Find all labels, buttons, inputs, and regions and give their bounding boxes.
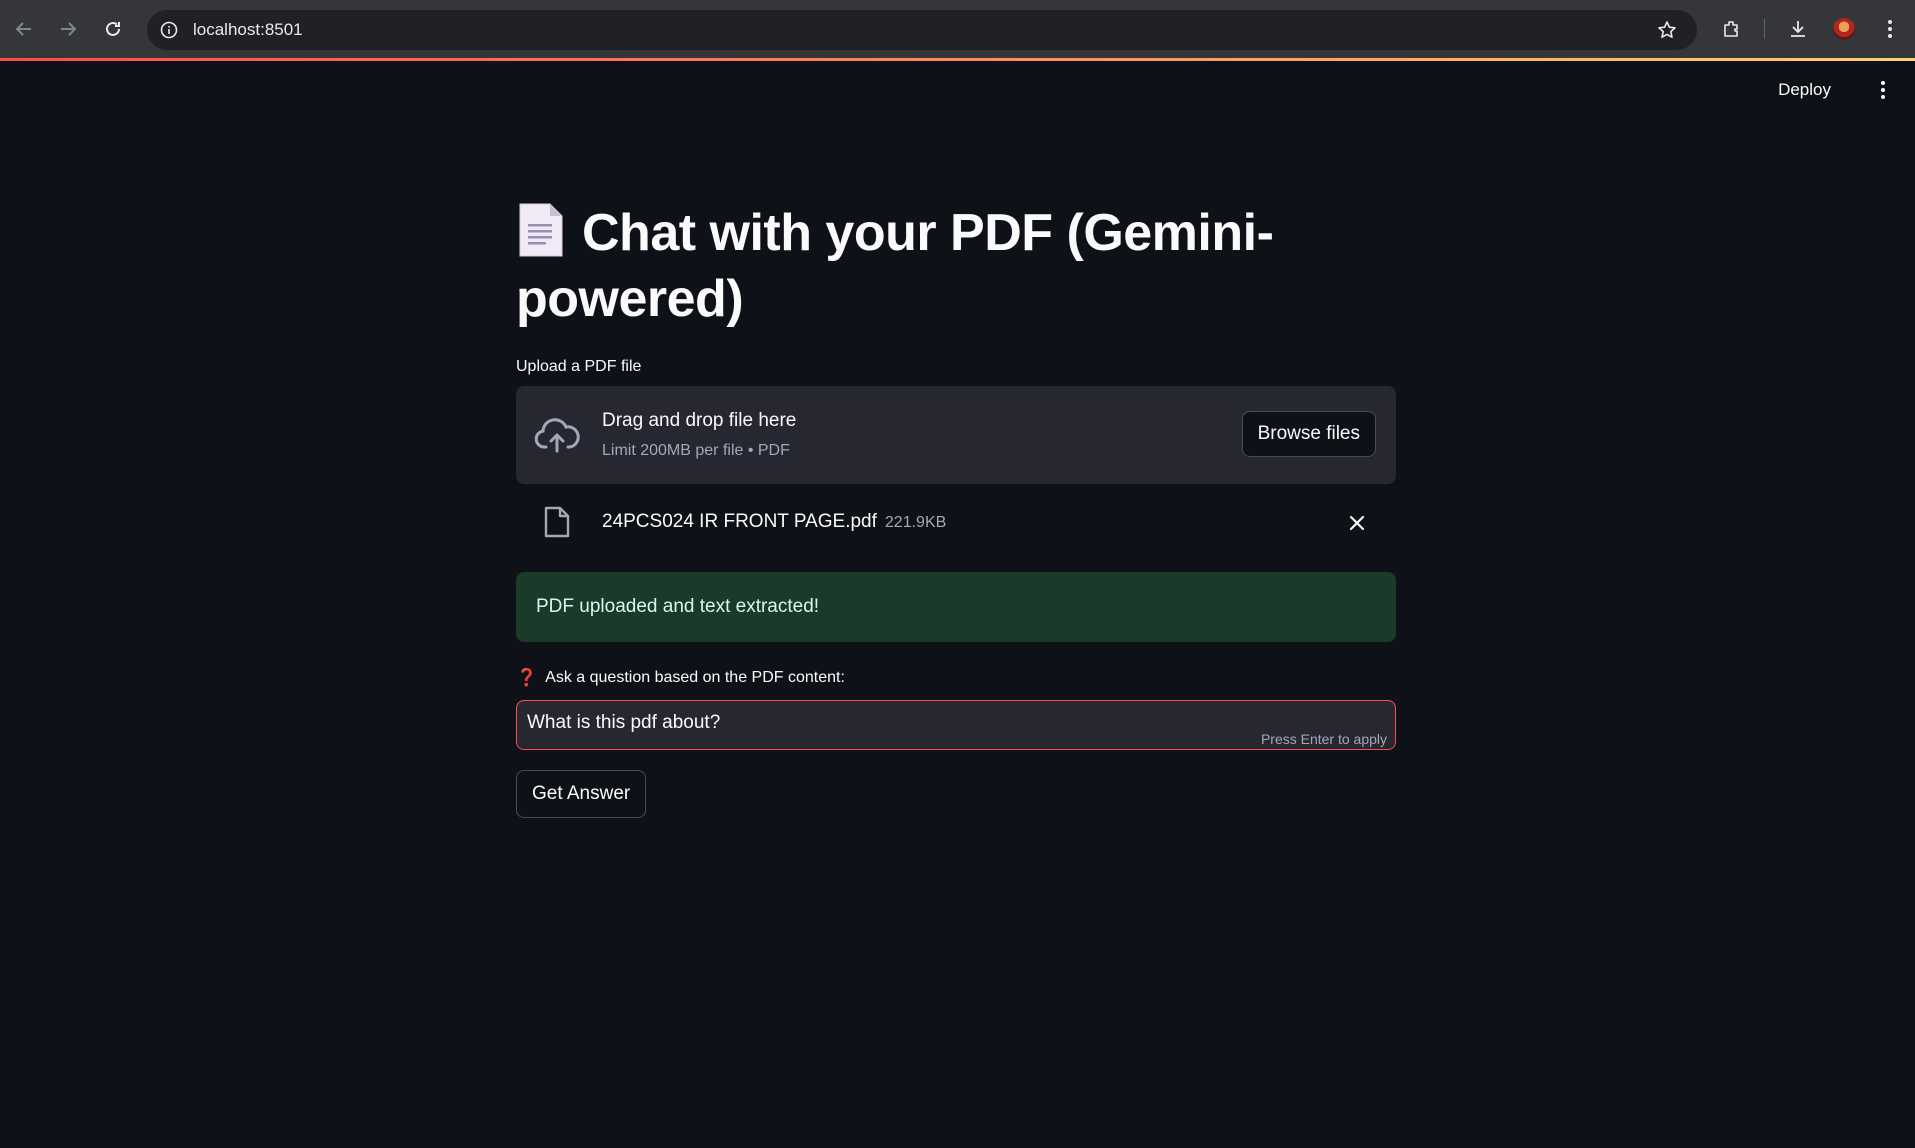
uploaded-file-name: 24PCS024 IR FRONT PAGE.pdf 221.9KB (602, 511, 946, 533)
file-size: 221.9KB (884, 514, 947, 531)
dropzone-instructions: Drag and drop file here Limit 200MB per … (602, 410, 796, 460)
uploaded-file-item: 24PCS024 IR FRONT PAGE.pdf 221.9KB (516, 484, 1396, 560)
extensions-icon[interactable] (1718, 15, 1746, 43)
file-name-text: 24PCS024 IR FRONT PAGE.pdf (602, 511, 877, 532)
deploy-button[interactable]: Deploy (1778, 78, 1831, 102)
forward-icon[interactable] (54, 15, 82, 43)
chrome-menu-icon[interactable] (1876, 15, 1904, 43)
address-bar[interactable]: localhost:8501 (147, 10, 1697, 50)
press-enter-hint: Press Enter to apply (1260, 731, 1387, 747)
site-info-icon[interactable] (157, 18, 181, 42)
profile-avatar[interactable] (1830, 15, 1858, 43)
page-title-text: Chat with your PDF (Gemini-powered) (516, 204, 1274, 328)
success-message: PDF uploaded and text extracted! (536, 596, 820, 617)
file-dropzone[interactable]: Drag and drop file here Limit 200MB per … (516, 386, 1396, 484)
bookmark-star-icon[interactable] (1655, 18, 1679, 42)
browse-files-button[interactable]: Browse files (1241, 411, 1376, 457)
question-label-text: Ask a question based on the PDF content: (545, 669, 845, 686)
app-top-decoration (0, 58, 1915, 61)
download-icon[interactable] (1784, 15, 1812, 43)
upload-label: Upload a PDF file (516, 358, 642, 375)
main-menu-icon[interactable] (1871, 78, 1895, 102)
success-alert: PDF uploaded and text extracted! (516, 572, 1396, 642)
question-label: ❓ Ask a question based on the PDF conten… (516, 668, 1396, 688)
question-input-container: Press Enter to apply (516, 700, 1396, 750)
dropzone-title: Drag and drop file here (602, 410, 797, 431)
page-title: Chat with your PDF (Gemini-powered) (516, 200, 1396, 332)
get-answer-button[interactable]: Get Answer (516, 770, 647, 818)
url-text: localhost:8501 (193, 20, 303, 39)
dropzone-limit: Limit 200MB per file • PDF (602, 442, 790, 459)
page-facing-up-icon (519, 203, 563, 257)
toolbar-divider (1764, 19, 1765, 39)
back-icon[interactable] (10, 15, 38, 43)
browser-toolbar: localhost:8501 (0, 0, 1915, 58)
file-icon (544, 506, 570, 538)
remove-file-icon[interactable] (1346, 512, 1368, 534)
main-content: Chat with your PDF (Gemini-powered) Uplo… (516, 200, 1396, 818)
cloud-upload-icon (534, 418, 580, 453)
reload-icon[interactable] (99, 15, 127, 43)
question-mark-icon: ❓ (516, 668, 538, 687)
